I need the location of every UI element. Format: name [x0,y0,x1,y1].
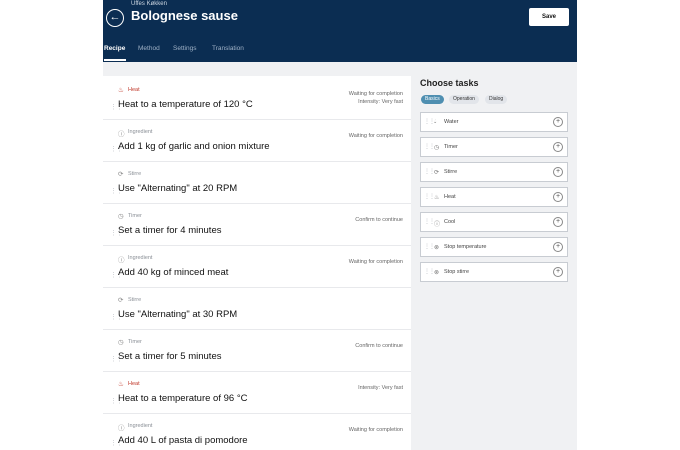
task-label: Timer [444,144,458,150]
recipe-step[interactable]: ⋮⋮ ◷ Timer Set a timer for 4 minutes Con… [103,204,411,246]
step-type: Heat [128,87,140,93]
stop-icon: ⊗ [434,245,440,251]
stir-icon: ⟳ [118,171,124,178]
add-icon[interactable]: + [553,242,563,252]
kitchen-name: Uffes Køkken [131,1,167,7]
tasks-panel-title: Choose tasks [420,78,479,88]
step-type: Stirre [128,171,142,177]
tab-settings[interactable]: Settings [173,45,197,52]
add-icon[interactable]: + [553,117,563,127]
step-description: Set a timer for 5 minutes [118,351,222,362]
step-description: Heat to a temperature of 96 °C [118,393,248,404]
stir-icon: ⟳ [434,170,440,176]
recipe-steps-list: ⋮⋮ ♨ Heat Heat to a temperature of 120 °… [103,76,411,450]
step-status: Waiting for completion [348,259,403,265]
tab-translation[interactable]: Translation [212,45,244,52]
drag-handle-icon[interactable]: ⋮⋮ [424,268,435,275]
recipe-step[interactable]: ⋮⋮ ⟳ Stirre Use "Alternating" at 20 RPM [103,162,411,204]
step-description: Add 1 kg of garlic and onion mixture [118,141,270,152]
task-heat[interactable]: ⋮⋮ ♨ Heat + [420,187,568,207]
step-type: Ingredient [128,423,153,429]
recipe-step[interactable]: ⋮⋮ ⓘ Ingredient Add 40 L of pasta di pom… [103,414,411,450]
top-bar: ← Uffes Køkken Bolognese sause Save Reci… [103,0,577,62]
step-status: Confirm to continue [355,217,403,223]
cool-icon: ⓘ [434,222,441,228]
flame-icon: ♨ [118,381,124,388]
add-icon[interactable]: + [553,167,563,177]
step-description: Use "Alternating" at 30 RPM [118,309,238,320]
timer-icon: ◷ [118,339,124,346]
drag-handle-icon[interactable]: ⋮⋮ [424,118,435,125]
step-description: Add 40 kg of minced meat [118,267,229,278]
task-stop-stirre[interactable]: ⋮⋮ ⊗ Stop stirre + [420,262,568,282]
task-label: Heat [444,194,456,200]
task-label: Stirre [444,169,458,175]
add-icon[interactable]: + [553,217,563,227]
task-stop-temperature[interactable]: ⋮⋮ ⊗ Stop temperature + [420,237,568,257]
step-type: Stirre [128,297,142,303]
drag-handle-icon[interactable]: ⋮⋮ [424,168,435,175]
recipe-step[interactable]: ⋮⋮ ♨ Heat Heat to a temperature of 96 °C… [103,372,411,414]
drag-handle-icon[interactable]: ⋮⋮ [424,218,435,225]
task-label: Cool [444,219,456,225]
ingredient-icon: ⓘ [118,425,125,432]
step-type: Timer [128,213,142,219]
step-status: Confirm to continue [355,343,403,349]
step-status: Waiting for completion [348,427,403,433]
add-icon[interactable]: + [553,267,563,277]
add-icon[interactable]: + [553,142,563,152]
timer-icon: ◷ [118,213,124,220]
active-tab-indicator [104,59,126,61]
tab-recipe[interactable]: Recipe [104,45,125,52]
timer-icon: ◷ [434,145,440,151]
save-button[interactable]: Save [529,8,569,26]
ingredient-icon: ⓘ [118,131,125,138]
page-title: Bolognese sause [131,8,238,23]
stir-icon: ⟳ [118,297,124,304]
recipe-step[interactable]: ⋮⋮ ⟳ Stirre Use "Alternating" at 30 RPM [103,288,411,330]
tab-method[interactable]: Method [138,45,160,52]
task-cool[interactable]: ⋮⋮ ⓘ Cool + [420,212,568,232]
drag-handle-icon[interactable]: ⋮⋮ [424,193,435,200]
drag-handle-icon[interactable]: ⋮⋮ [424,143,435,150]
recipe-step[interactable]: ⋮⋮ ⓘ Ingredient Add 40 kg of minced meat… [103,246,411,288]
flame-icon: ♨ [434,195,440,201]
back-arrow-icon[interactable]: ← [106,9,124,27]
task-timer[interactable]: ⋮⋮ ◷ Timer + [420,137,568,157]
step-type: Heat [128,381,140,387]
ingredient-icon: ⓘ [118,257,125,264]
chip-operation[interactable]: Operation [449,95,479,104]
chip-basics[interactable]: Basics [421,95,444,104]
step-type: Ingredient [128,255,153,261]
task-stirre[interactable]: ⋮⋮ ⟳ Stirre + [420,162,568,182]
recipe-step[interactable]: ⋮⋮ ◷ Timer Set a timer for 5 minutes Con… [103,330,411,372]
app-window: ← Uffes Køkken Bolognese sause Save Reci… [103,0,577,450]
drag-handle-icon[interactable]: ⋮⋮ [424,243,435,250]
flame-icon: ♨ [118,87,124,94]
step-description: Heat to a temperature of 120 °C [118,99,253,110]
task-label: Stop stirre [444,269,470,275]
step-description: Add 40 L of pasta di pomodore [118,435,248,446]
step-status: Waiting for completion [348,91,403,97]
task-label: Water [444,119,459,125]
recipe-step[interactable]: ⋮⋮ ⓘ Ingredient Add 1 kg of garlic and o… [103,120,411,162]
step-status: Waiting for completion [348,133,403,139]
recipe-step[interactable]: ⋮⋮ ♨ Heat Heat to a temperature of 120 °… [103,78,411,120]
stop-icon: ⊗ [434,270,440,276]
step-intensity: Intensity: Very fast [358,99,403,105]
chip-dialog[interactable]: Dialog [485,95,508,104]
step-description: Use "Alternating" at 20 RPM [118,183,238,194]
step-intensity: Intensity: Very fast [358,385,403,391]
task-label: Stop temperature [444,244,487,250]
step-description: Set a timer for 4 minutes [118,225,222,236]
task-water[interactable]: ⋮⋮ 💧︎ Water + [420,112,568,132]
add-icon[interactable]: + [553,192,563,202]
water-drop-icon: 💧︎ [434,119,437,125]
step-type: Timer [128,339,142,345]
step-type: Ingredient [128,129,153,135]
